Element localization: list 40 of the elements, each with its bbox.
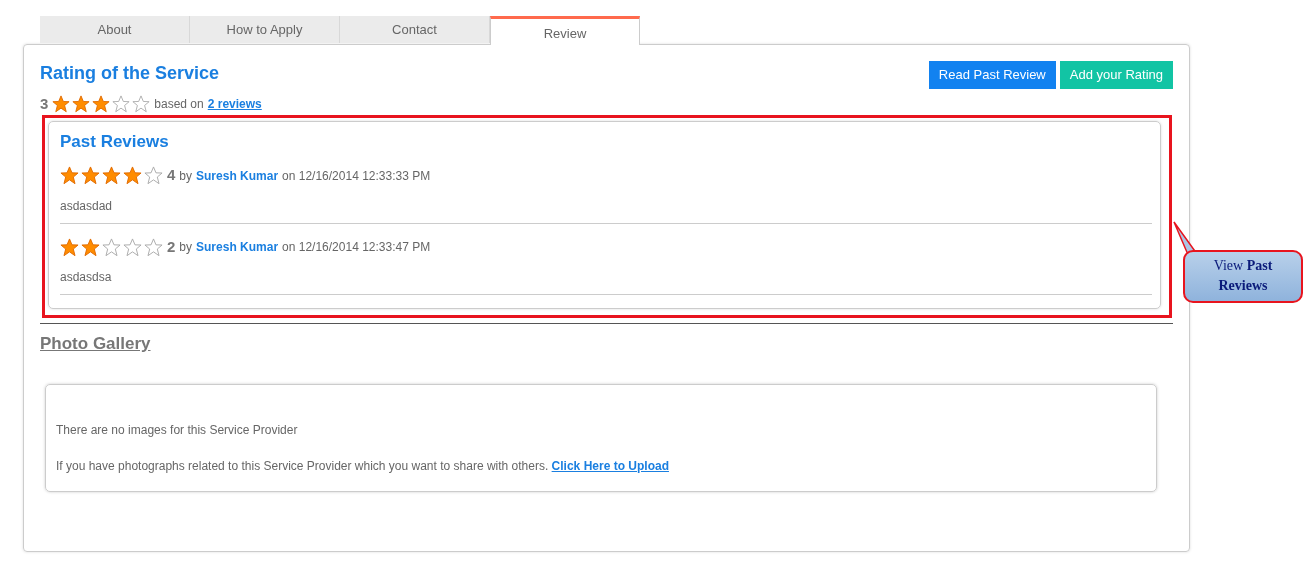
review-comment: asdasdad — [60, 197, 114, 215]
empty-star-icon — [102, 237, 121, 257]
filled-star-icon — [123, 166, 142, 186]
callout: View Past Reviews — [1183, 250, 1303, 303]
section-heading: Rating of the Service — [40, 63, 220, 85]
filled-star-icon — [60, 166, 79, 186]
read-reviews-button[interactable]: Read Past Review — [928, 61, 1056, 89]
empty-star-icon — [132, 94, 151, 113]
author-link[interactable]: Suresh Kumar — [196, 238, 279, 257]
review-score: 4 — [167, 165, 176, 186]
empty-star-icon — [123, 237, 142, 257]
empty-message: There are no images for this Service Provider — [56, 422, 299, 440]
filled-star-icon — [52, 94, 71, 113]
filled-star-icon — [92, 94, 111, 113]
filled-star-icon — [81, 237, 100, 257]
review-comment: asdasdsa — [60, 269, 113, 287]
review-by: by — [179, 167, 193, 185]
filled-star-icon — [81, 166, 100, 186]
filled-star-icon — [60, 237, 79, 257]
filled-star-icon — [72, 94, 91, 113]
upload-link[interactable]: Click Here to Upload — [551, 459, 669, 474]
tab[interactable]: Review — [490, 16, 640, 45]
tab[interactable]: Contact — [340, 16, 490, 43]
add-rating-button[interactable]: Add your Rating — [1059, 61, 1173, 89]
tab[interactable]: How to Apply — [190, 16, 340, 43]
upload-prompt: If you have photographs related to this Service Provider which you want to share with others. Click Here to Upload — [56, 458, 670, 476]
review-by: by — [179, 239, 193, 257]
section-heading: Past Reviews — [60, 132, 170, 153]
filled-star-icon — [102, 166, 121, 186]
review-date: on 12/16/2014 12:33:33 PM — [282, 167, 431, 185]
rating-score: 3 — [40, 93, 49, 114]
reviews-link[interactable]: 2 reviews — [207, 94, 262, 113]
rating-caption: based on — [154, 95, 204, 113]
tab[interactable]: About — [40, 16, 190, 43]
empty-star-icon — [144, 237, 163, 257]
author-link[interactable]: Suresh Kumar — [196, 166, 279, 185]
review-date: on 12/16/2014 12:33:47 PM — [282, 239, 431, 257]
review-score: 2 — [167, 236, 176, 257]
gallery-heading: Photo Gallery — [40, 334, 152, 355]
empty-star-icon — [144, 166, 163, 186]
